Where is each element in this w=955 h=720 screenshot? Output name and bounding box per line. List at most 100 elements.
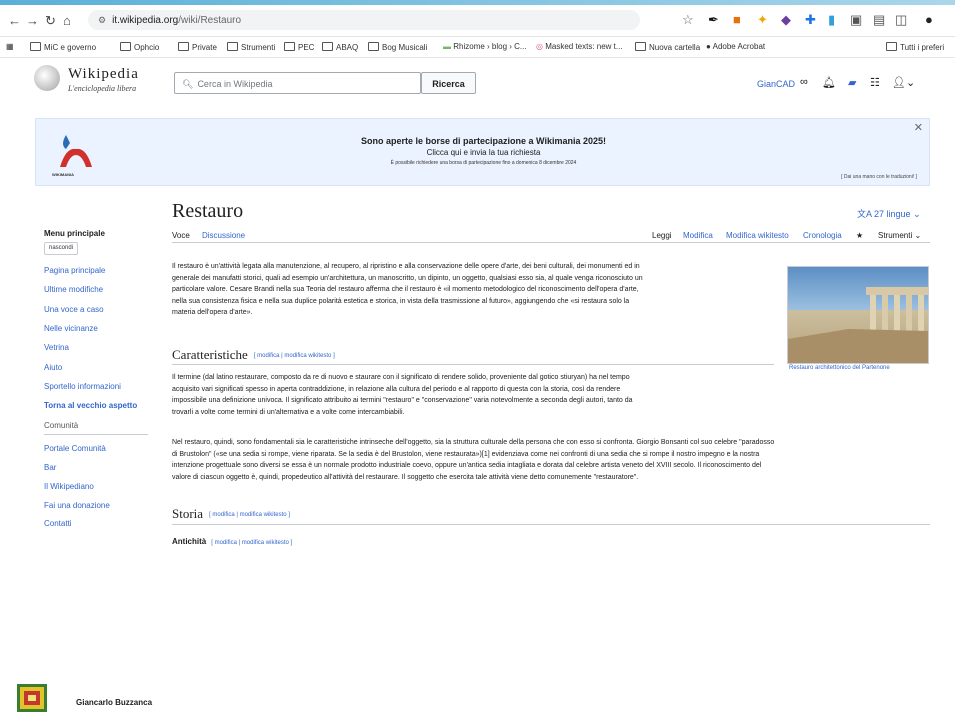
sidebar-item[interactable]: Pagina principale	[44, 266, 105, 275]
bookmark-item[interactable]: Bog Musicali	[368, 42, 427, 52]
back-icon[interactable]: ←	[8, 13, 21, 28]
user-menu-icon[interactable]: 👤︎⌄	[892, 76, 915, 89]
text-line: nella sua consistenza fisica e nella sua…	[172, 297, 630, 305]
bookmark-item[interactable]: ▬ Rhizome › blog › C...	[443, 42, 527, 51]
author-logo	[17, 684, 47, 712]
reload-icon[interactable]: ↻	[45, 13, 56, 29]
sidebar-community-heading: Comunità	[44, 421, 79, 430]
bookmark-item[interactable]: Nuova cartella	[635, 42, 700, 52]
bookmark-item[interactable]: ABAQ	[322, 42, 358, 52]
sidebar-item[interactable]: Ultime modifiche	[44, 285, 103, 294]
watch-star-icon[interactable]: ★	[856, 231, 863, 240]
slide: ← → ↻ ⌂ ⚙ it.wikipedia.org/wiki/Restauro …	[0, 0, 955, 720]
text-line: materia dell'opera d'arte».	[172, 309, 253, 316]
text-line: impossibile una definizione univoca. Il …	[172, 397, 633, 404]
heading-rule	[172, 364, 774, 365]
tab-cronologia[interactable]: Cronologia	[803, 231, 842, 240]
close-icon[interactable]: ✕	[914, 121, 923, 134]
watchlist-icon[interactable]: ∞	[800, 76, 808, 88]
site-info-icon[interactable]: ⚙	[98, 10, 106, 30]
notifications-bell-icon[interactable]: 🔔︎	[822, 76, 836, 89]
bookmark-item[interactable]: ◎ Masked texts: new t...	[536, 42, 623, 51]
banner-translate-link[interactable]: [ Dai una mano con le traduzioni! ]	[841, 174, 917, 180]
profile-icon[interactable]: ●	[925, 12, 933, 27]
pen-extension-icon[interactable]: ✒	[708, 12, 719, 28]
home-icon[interactable]: ⌂	[63, 13, 71, 28]
tab-modifica-wikitesto[interactable]: Modifica wikitesto	[726, 231, 789, 240]
text-line: di Brustolon" («se una sedia si rompe, v…	[172, 450, 760, 458]
wikimania-caption: WIKIMANIA	[52, 172, 74, 177]
section-edit-links[interactable]: [ modifica | modifica wikitesto ]	[209, 512, 290, 518]
sidebar-item[interactable]: Una voce a caso	[44, 305, 104, 314]
tab-discussione[interactable]: Discussione	[202, 231, 245, 240]
bookmark-item[interactable]: Ophcio	[120, 42, 159, 52]
forward-icon[interactable]: →	[26, 13, 39, 28]
sidebar-hide-button[interactable]: nascondi	[44, 242, 79, 255]
text-line: valore di ciascun oggetto è, quindi, pro…	[172, 473, 639, 481]
sidebar-item[interactable]: Fai una donazione	[44, 501, 110, 510]
extension-icon[interactable]: ▮	[828, 12, 835, 28]
url-path: /wiki/Restauro	[178, 15, 242, 26]
image-caption[interactable]: Restauro architettonico del Partenone	[789, 364, 927, 372]
extension-icon[interactable]: ■	[733, 12, 741, 27]
text-line: Nel restauro, quindi, sono fondamentali …	[172, 439, 775, 446]
bookmark-item[interactable]: MiC e governo	[30, 42, 96, 52]
languages-button[interactable]: 文A 27 lingue ⌄	[857, 207, 921, 220]
section-edit-links[interactable]: [ modifica | modifica wikitesto ]	[254, 353, 335, 359]
text-line: acquisito vari significati spesso in ape…	[172, 385, 621, 393]
sidebar-item[interactable]: Aiuto	[44, 363, 62, 372]
tabs-divider	[172, 242, 930, 243]
text-line: intenzione progettuale sono diversi se e…	[172, 462, 762, 469]
bookmark-item[interactable]: ● Adobe Acrobat	[706, 42, 765, 51]
extension-icon[interactable]: ▣	[850, 12, 862, 28]
address-bar[interactable]: ⚙ it.wikipedia.org/wiki/Restauro	[88, 10, 640, 30]
sidebar-item[interactable]: Contatti	[44, 519, 72, 528]
tab-leggi[interactable]: Leggi	[652, 231, 672, 240]
text-line: trovarli a volte come termini di un'alte…	[172, 408, 405, 416]
author-name: Giancarlo Buzzanca	[76, 698, 153, 707]
bookmark-star-icon[interactable]: ☆	[682, 12, 694, 28]
extension-icon[interactable]: ✦	[757, 12, 768, 28]
extension-icon[interactable]: ✚	[805, 12, 816, 28]
tools-menu[interactable]: Strumenti ⌄	[878, 231, 921, 240]
section-edit-links[interactable]: [ modifica | modifica wikitesto ]	[211, 540, 292, 546]
bookmark-item[interactable]: Strumenti	[227, 42, 275, 52]
extension-icon[interactable]: ◆	[781, 12, 791, 28]
paragraph: Il termine (dal latino restaurare, compo…	[172, 372, 782, 418]
tab-voce[interactable]: Voce	[172, 231, 190, 240]
bookmark-item[interactable]: PEC	[284, 42, 314, 52]
wikipedia-tagline: L'enciclopedia libera	[68, 84, 137, 93]
extension-icon[interactable]: ▤	[873, 12, 885, 28]
list-icon[interactable]: ☷	[870, 76, 880, 89]
user-link[interactable]: GianCAD	[757, 79, 795, 89]
sidebar-item[interactable]: Sportello informazioni	[44, 382, 121, 391]
browser-toolbar: ← → ↻ ⌂ ⚙ it.wikipedia.org/wiki/Restauro …	[0, 0, 955, 37]
parthenon-image[interactable]	[787, 266, 929, 364]
sidebar-item[interactable]: Nelle vicinanze	[44, 324, 98, 333]
sidebar-item[interactable]: Torna al vecchio aspetto	[44, 401, 137, 410]
search-button[interactable]: Ricerca	[421, 72, 476, 94]
section-heading: Storia[ modifica | modifica wikitesto ]	[172, 506, 290, 521]
bookmark-item[interactable]: Private	[178, 42, 217, 52]
sidebar-item[interactable]: Vetrina	[44, 343, 69, 352]
intro-paragraph: Il restauro è un'attività legata alla ma…	[172, 261, 782, 319]
banner-heading: Sono aperte le borse di partecipazione a…	[361, 136, 606, 146]
apps-grid-icon[interactable]: ▦	[6, 42, 14, 51]
sidebar-item[interactable]: Portale Comunità	[44, 444, 106, 453]
sidebar-item[interactable]: Il Wikipediano	[44, 482, 94, 491]
sidebar-divider	[44, 434, 148, 435]
extensions-puzzle-icon[interactable]: ◫	[895, 12, 907, 28]
heading-rule	[172, 524, 930, 525]
wikipedia-wordmark[interactable]: Wikipedia	[68, 66, 139, 83]
bookmarks-bar: ▦ MiC e governo Ophcio Private Strumenti…	[0, 37, 955, 58]
wikipedia-globe-logo[interactable]	[34, 65, 60, 91]
bookmark-item[interactable]: Tutti i preferi	[886, 42, 944, 52]
sidebar-item[interactable]: Bar	[44, 463, 56, 472]
top-accent	[0, 0, 955, 5]
messages-icon[interactable]: ▰	[848, 76, 856, 89]
url-host: it.wikipedia.org	[112, 15, 179, 26]
search-input[interactable]: 🔍︎ Cerca in Wikipedia	[174, 72, 421, 94]
tab-modifica[interactable]: Modifica	[683, 231, 713, 240]
banner-link[interactable]: Clicca qui e invia la tua richiesta	[36, 148, 931, 157]
paragraph: Nel restauro, quindi, sono fondamentali …	[172, 437, 932, 483]
